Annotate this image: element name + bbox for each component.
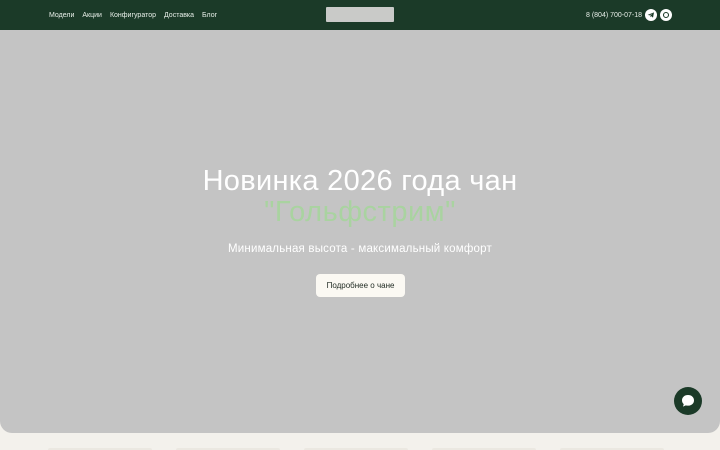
hero-accent-title: "Гольфстрим" (264, 196, 456, 228)
section-preview-strip (0, 440, 720, 450)
hero-banner (0, 30, 720, 433)
nav-item-delivery[interactable]: Доставка (164, 12, 194, 19)
chat-widget-button[interactable] (674, 387, 702, 415)
main-nav: Модели Акции Конфигуратор Доставка Блог (49, 0, 217, 30)
telegram-icon[interactable] (645, 9, 657, 21)
hero-subtitle: Минимальная высота - максимальный комфор… (228, 243, 492, 255)
top-navigation-bar: Модели Акции Конфигуратор Доставка Блог … (0, 0, 720, 30)
nav-item-blog[interactable]: Блог (202, 12, 217, 19)
chat-bubble-icon (682, 395, 694, 407)
nav-item-configurator[interactable]: Конфигуратор (110, 12, 156, 19)
hero-title: Новинка 2026 года чан (202, 165, 518, 197)
more-about-tub-button[interactable]: Подробнее о чане (316, 274, 405, 297)
nav-item-promotions[interactable]: Акции (82, 12, 102, 19)
site-logo-placeholder[interactable] (326, 7, 394, 22)
phone-number[interactable]: 8 (804) 700-07-18 (586, 0, 642, 30)
max-messenger-icon[interactable] (660, 9, 672, 21)
nav-item-models[interactable]: Модели (49, 12, 74, 19)
